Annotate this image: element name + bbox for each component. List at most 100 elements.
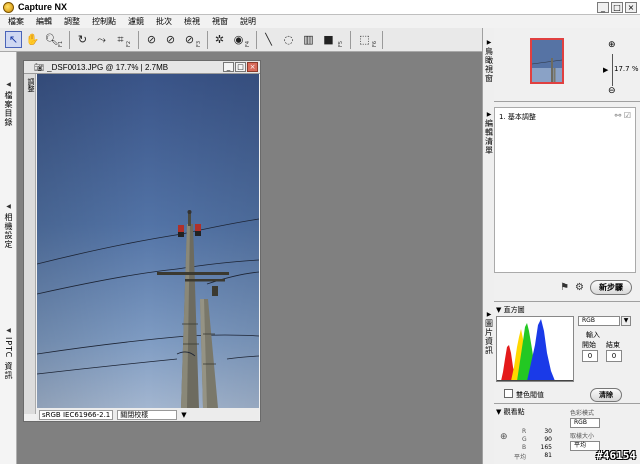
tab-camera-settings-label: 相機設定	[4, 213, 13, 249]
fkey-label: F2	[126, 40, 133, 48]
color-control-point-icon[interactable]: ✲	[211, 31, 228, 48]
collapse-arrow-icon: ▶	[486, 311, 492, 318]
dual-threshold-checkbox[interactable]	[504, 389, 513, 398]
image-minimize-button[interactable]: _	[223, 62, 234, 72]
capture-nx-logo-icon	[3, 1, 14, 13]
watch-points-header[interactable]: ▼ 觀看點	[496, 407, 525, 417]
tab-folders[interactable]: ◀ 檔案目錄	[0, 80, 17, 127]
gear-icon[interactable]: ⚙	[575, 282, 584, 293]
sample-size-label: 取樣大小	[570, 433, 595, 440]
menu-edit[interactable]: 編輯	[36, 16, 52, 27]
image-close-button[interactable]: ×	[247, 62, 258, 72]
maximize-button[interactable]: □	[611, 2, 623, 13]
zoom-slider[interactable]	[612, 54, 613, 86]
edit-step-base-adjustments[interactable]: 1. 基本調整	[499, 112, 536, 122]
new-step-button[interactable]: 新步驟	[590, 279, 632, 295]
lasso-tool-icon[interactable]: ◌	[280, 31, 297, 48]
toolbar: ↖ ✋ 🔍︎ F1 ↻ ⤳ ⌗ F2 ⊘ ⊘ ⊘ F3 ✲ ◉ F4 ╲ ◌ ▥…	[0, 28, 483, 52]
collapse-arrow-icon: ◀	[6, 203, 11, 210]
start-value-field[interactable]: 0	[582, 350, 598, 362]
end-value-field[interactable]: 0	[606, 350, 622, 362]
fkey-label: F6	[372, 40, 379, 48]
start-label: 開始	[582, 341, 596, 349]
app-title: Capture NX	[18, 2, 68, 12]
rotate-tool-icon[interactable]: ↻	[74, 31, 91, 48]
zoom-value: 17.7 %	[614, 65, 639, 73]
fkey-label: F4	[245, 40, 252, 48]
histogram-graph[interactable]	[496, 316, 574, 382]
zoom-out-icon[interactable]: ⊖	[608, 86, 616, 96]
tab-iptc[interactable]: ◀ IPTC 資訊	[0, 326, 17, 380]
window-controls: _ □ ×	[597, 2, 637, 13]
tab-iptc-label: IPTC 資訊	[4, 337, 13, 380]
histogram-channel-select[interactable]: RGB	[578, 316, 620, 326]
menu-window[interactable]: 視窗	[212, 16, 228, 27]
fkey-label: F1	[58, 40, 65, 48]
toolbar-separator	[350, 31, 351, 49]
image-filename: _DSF0013.JPG @ 17.7% | 2.7MB	[47, 62, 169, 72]
soft-proof-select[interactable]: 關閉校樣	[117, 409, 178, 420]
edit-list-panel: 1. 基本調整 ⚯ ☑ ⚑ ⚙ 新步驟	[494, 104, 640, 302]
minimize-button[interactable]: _	[597, 2, 609, 13]
birds-eye-thumbnail[interactable]	[530, 38, 564, 84]
selection-tool-icon[interactable]: ⬚	[356, 31, 373, 48]
menu-view[interactable]: 檢視	[184, 16, 200, 27]
fill-tool-icon[interactable]: ■	[320, 31, 337, 48]
collapse-arrow-icon: ▶	[486, 111, 492, 118]
input-label: 輸入	[586, 331, 600, 339]
zoom-pointer-icon[interactable]: ▶	[603, 66, 608, 74]
menu-adjust[interactable]: 調整	[64, 16, 80, 27]
dual-threshold-label: 雙色閥值	[516, 391, 544, 399]
menu-filter[interactable]: 濾鏡	[128, 16, 144, 27]
collapse-arrow-icon: ◀	[6, 81, 11, 88]
toolbar-separator	[207, 31, 208, 49]
color-mode-select[interactable]: RGB	[570, 418, 600, 428]
camera-icon: 📷︎	[34, 62, 45, 72]
tab-folders-label: 檔案目錄	[4, 91, 13, 127]
image-window-titlebar[interactable]: 📷︎ _DSF0013.JPG @ 17.7% | 2.7MB _ □ ×	[24, 61, 260, 74]
tab-photo-info-label: 圖片資訊	[484, 319, 494, 355]
tab-camera-settings[interactable]: ◀ 相機設定	[0, 202, 17, 249]
image-window: 📷︎ _DSF0013.JPG @ 17.7% | 2.7MB _ □ × 調整	[23, 60, 261, 422]
adjust-side-tab[interactable]: 調整	[24, 74, 36, 414]
channel-dropdown-icon[interactable]: ▼	[621, 316, 631, 326]
watermark: #46154	[596, 449, 636, 462]
histogram-header[interactable]: ▼ 直方圖	[496, 305, 525, 315]
adjust-side-tab-label: 調整	[27, 78, 35, 92]
menu-batch[interactable]: 批次	[156, 16, 172, 27]
g-label: G	[522, 436, 527, 443]
collapse-arrow-icon: ▶	[486, 39, 492, 46]
image-maximize-button[interactable]: □	[235, 62, 246, 72]
close-button[interactable]: ×	[625, 2, 637, 13]
menu-control-points[interactable]: 控制點	[92, 16, 116, 27]
zoom-in-icon[interactable]: ⊕	[608, 40, 616, 50]
brush-tool-icon[interactable]: ╲	[260, 31, 277, 48]
edit-list-actions: ⚑ ⚙ 新步驟	[494, 276, 636, 298]
photo-canvas[interactable]	[37, 74, 259, 408]
flag-icon[interactable]: ⚑	[560, 282, 569, 293]
direct-select-tool-icon[interactable]: ↖	[5, 31, 22, 48]
straighten-tool-icon[interactable]: ⤳	[93, 31, 110, 48]
watch-point-target-icon[interactable]: ⊕	[500, 432, 508, 442]
tab-edit-list-label: 編輯清單	[484, 119, 494, 155]
soft-proof-dropdown-icon[interactable]: ▼	[181, 411, 186, 419]
neutral-control-point-icon[interactable]: ⊘	[162, 31, 179, 48]
zoom-control: ⊕ ▶ 17.7 % ⊖	[602, 38, 638, 98]
toolbar-separator	[382, 31, 383, 49]
edit-list-area: 1. 基本調整 ⚯ ☑	[494, 107, 636, 273]
thumbnail-image	[532, 40, 562, 82]
tab-birds-eye-label: 鳥瞰視窗	[484, 47, 494, 83]
menu-file[interactable]: 檔案	[8, 16, 24, 27]
hand-tool-icon[interactable]: ✋	[24, 31, 41, 48]
photo-utility-pole	[37, 74, 259, 408]
avg-label: 平均	[514, 454, 527, 461]
toolbar-separator	[138, 31, 139, 49]
r-value: 30	[544, 428, 552, 435]
gradient-tool-icon[interactable]: ▥	[300, 31, 317, 48]
black-control-point-icon[interactable]: ⊘	[143, 31, 160, 48]
menu-help[interactable]: 說明	[240, 16, 256, 27]
edit-step-toggle-icon[interactable]: ⚯ ☑	[615, 111, 631, 120]
b-value: 165	[540, 444, 552, 451]
toolbar-separator	[256, 31, 257, 49]
clear-button[interactable]: 清除	[590, 388, 622, 402]
